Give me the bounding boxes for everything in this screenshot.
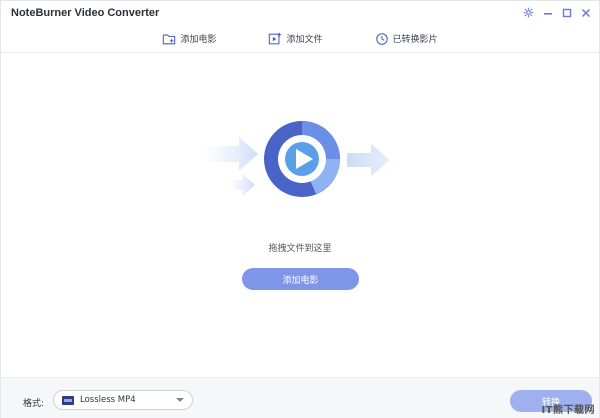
app-window: NoteBurner Video Converter 添加电影 添加文件 已转换…	[0, 0, 600, 418]
watermark-logo: IT熊下载网	[541, 405, 595, 416]
toolbar: 添加电影 添加文件 已转换影片	[1, 25, 599, 53]
footer-bar: 格式: Lossless MP4 转换	[1, 377, 599, 418]
format-label: 格式:	[23, 399, 45, 409]
chevron-down-icon	[176, 398, 184, 402]
add-file-tool-button[interactable]: 添加文件	[268, 32, 323, 46]
converted-tool-button[interactable]: 已转换影片	[375, 32, 438, 46]
app-title: NoteBurner Video Converter	[11, 7, 160, 19]
clock-icon	[375, 32, 389, 46]
add-movie-tool-label: 添加电影	[180, 35, 217, 45]
add-movie-tool-button[interactable]: 添加电影	[162, 32, 216, 46]
play-ring-icon	[264, 121, 340, 197]
drop-hint-text: 拖拽文件到这里	[268, 244, 332, 254]
video-format-icon	[62, 395, 74, 405]
add-file-tool-label: 添加文件	[286, 35, 323, 45]
converted-tool-label: 已转换影片	[392, 35, 438, 45]
maximize-icon[interactable]	[559, 5, 574, 20]
video-add-icon	[268, 32, 282, 46]
close-icon[interactable]	[578, 5, 593, 20]
arrow-in-icon	[207, 137, 258, 196]
format-value: Lossless MP4	[80, 395, 136, 405]
folder-add-icon	[162, 32, 176, 46]
drop-area[interactable]: 拖拽文件到这里 添加电影	[1, 54, 599, 376]
format-dropdown[interactable]: Lossless MP4	[53, 390, 193, 410]
settings-icon[interactable]	[521, 5, 536, 20]
converter-hero-illustration	[207, 121, 390, 197]
add-movie-button[interactable]: 添加电影	[242, 268, 359, 290]
minimize-icon[interactable]	[540, 5, 555, 20]
title-bar[interactable]: NoteBurner Video Converter	[1, 1, 599, 25]
window-controls	[521, 5, 593, 20]
arrow-out-icon	[347, 144, 390, 176]
